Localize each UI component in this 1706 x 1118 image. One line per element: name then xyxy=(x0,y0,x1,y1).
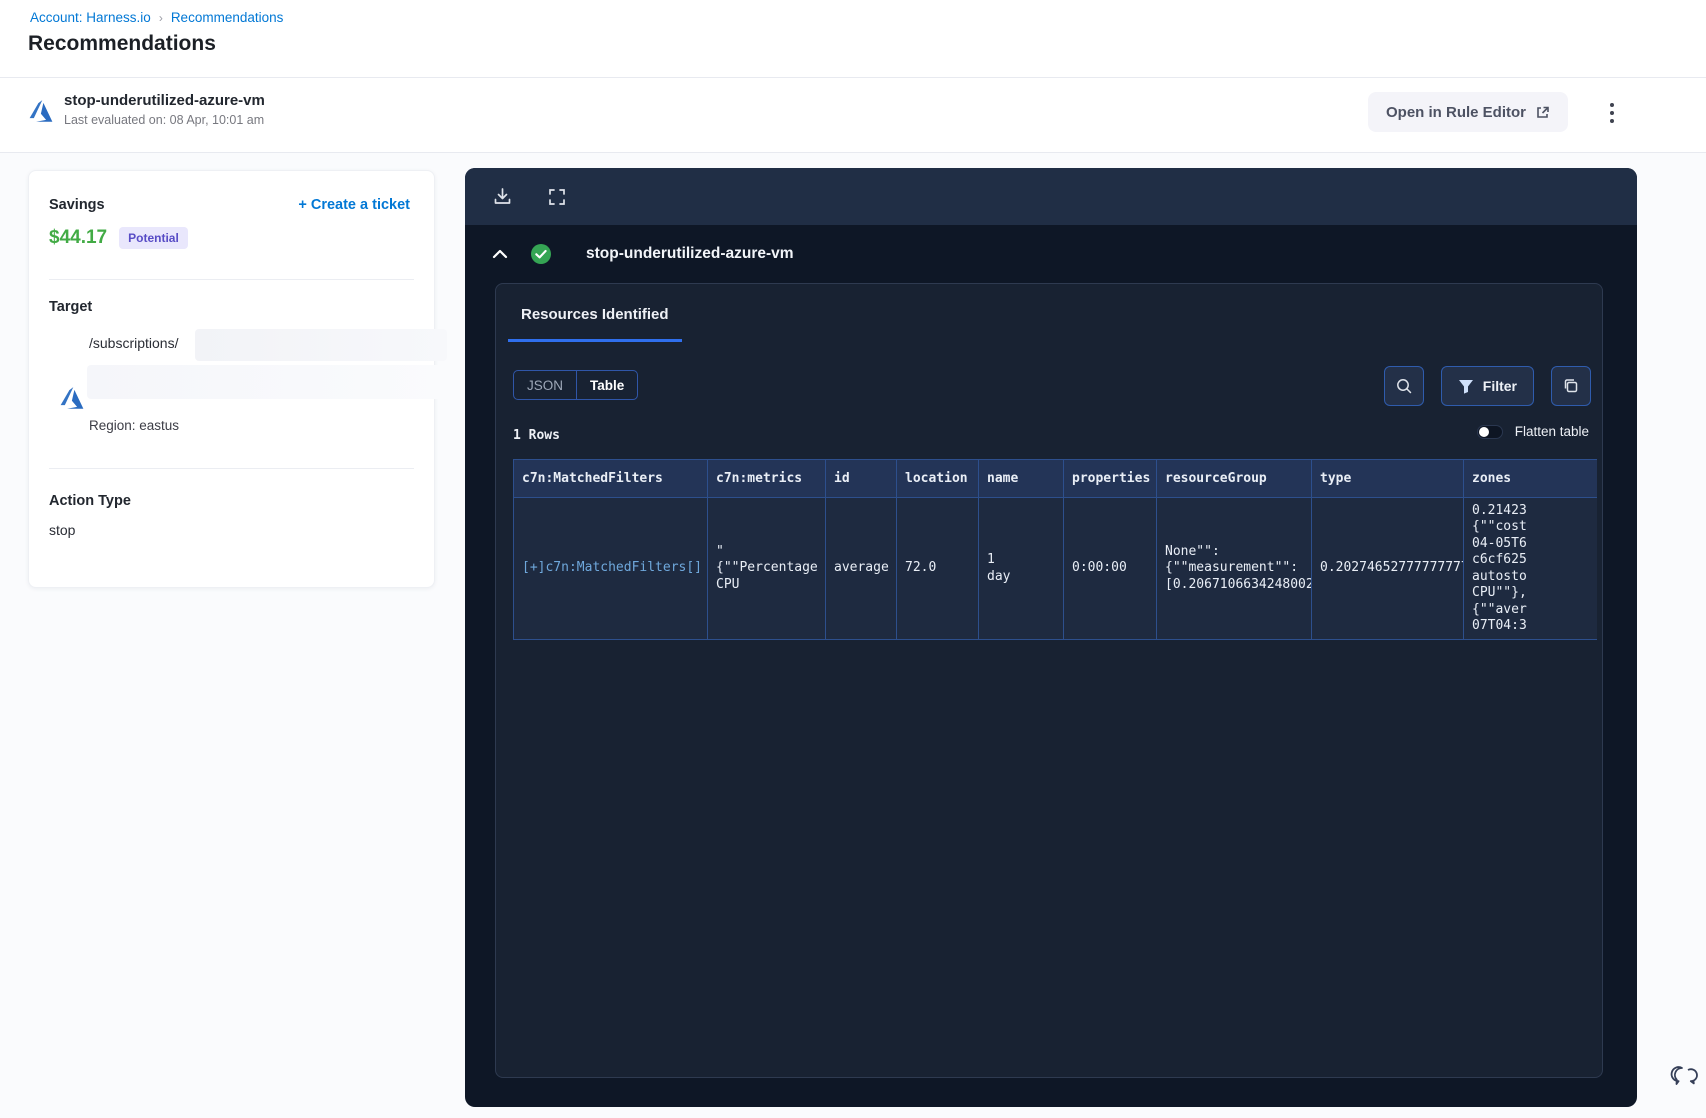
col-header: zones xyxy=(1463,459,1597,498)
resources-card: Resources Identified JSON Table Filter 1… xyxy=(495,283,1603,1078)
rule-header: stop-underutilized-azure-vm Last evaluat… xyxy=(0,78,1706,152)
copy-icon xyxy=(1564,379,1578,393)
col-header: properties xyxy=(1063,459,1157,498)
copy-button[interactable] xyxy=(1551,366,1591,406)
search-button[interactable] xyxy=(1383,366,1424,406)
flatten-table-toggle[interactable] xyxy=(1476,424,1503,439)
cell-metrics: " {""Percentage CPU xyxy=(707,497,826,640)
table-header-row: c7n:MatchedFilters c7n:metrics id locati… xyxy=(513,459,1597,498)
fullscreen-icon xyxy=(549,188,565,205)
redacted-target-value xyxy=(195,329,447,361)
kebab-menu-icon[interactable] xyxy=(1598,98,1626,128)
create-ticket-link[interactable]: + Create a ticket xyxy=(298,197,410,213)
check-circle-icon xyxy=(531,244,551,264)
target-label: Target xyxy=(49,299,93,315)
open-in-rule-editor-label: Open in Rule Editor xyxy=(1386,103,1527,121)
filter-button[interactable]: Filter xyxy=(1440,366,1534,406)
resources-table-wrap: c7n:MatchedFilters c7n:metrics id locati… xyxy=(513,459,1597,640)
cell-name: 1 day xyxy=(978,497,1064,640)
results-panel: stop-underutilized-azure-vm Resources Id… xyxy=(465,168,1637,1107)
view-toggle-json[interactable]: JSON xyxy=(514,371,576,399)
redacted-target-value xyxy=(87,365,447,399)
collapse-chevron-button[interactable] xyxy=(492,249,508,259)
savings-amount: $44.17 xyxy=(49,227,108,248)
col-header: location xyxy=(896,459,979,498)
tab-resources-identified[interactable]: Resources Identified xyxy=(508,306,682,342)
cell-matched-filters: [+]c7n:MatchedFilters[] xyxy=(513,497,708,640)
cell-zones: 0.21423 {""cost 04-05T6 c6cf625 autosto … xyxy=(1463,497,1597,640)
cell-properties: 0:00:00 xyxy=(1063,497,1157,640)
external-link-icon xyxy=(1537,106,1549,118)
target-path: /subscriptions/ xyxy=(89,335,179,351)
breadcrumb: Account: Harness.io › Recommendations xyxy=(30,10,283,25)
potential-badge: Potential xyxy=(119,227,188,249)
target-region: Region: eastus xyxy=(89,418,180,433)
col-header: type xyxy=(1311,459,1464,498)
breadcrumb-account-link[interactable]: Account: Harness.io xyxy=(30,10,151,25)
rule-last-evaluated: Last evaluated on: 08 Apr, 10:01 am xyxy=(64,113,265,127)
view-toggle-table[interactable]: Table xyxy=(577,371,637,399)
col-header: id xyxy=(825,459,897,498)
col-header: resourceGroup xyxy=(1156,459,1312,498)
fullscreen-button[interactable] xyxy=(547,187,567,207)
rule-collapse-row: stop-underutilized-azure-vm xyxy=(465,225,1637,283)
rule-name: stop-underutilized-azure-vm xyxy=(64,92,265,109)
cell-id: average xyxy=(825,497,897,640)
flatten-table-label: Flatten table xyxy=(1514,424,1589,439)
table-row: [+]c7n:MatchedFilters[] " {""Percentage … xyxy=(513,497,1597,640)
cell-location: 72.0 xyxy=(896,497,979,640)
filter-funnel-icon xyxy=(1458,379,1473,394)
search-icon xyxy=(1396,379,1412,394)
flatten-table-control: Flatten table xyxy=(1476,424,1589,439)
savings-card: Savings + Create a ticket $44.17 Potenti… xyxy=(28,170,447,588)
panel-toolbar xyxy=(465,168,1637,225)
download-button[interactable] xyxy=(492,186,513,207)
page-title: Recommendations xyxy=(28,32,216,55)
action-type-value: stop xyxy=(49,522,76,538)
matched-filters-expand-link[interactable]: [+]c7n:MatchedFilters[] xyxy=(522,560,702,575)
panel-rule-title: stop-underutilized-azure-vm xyxy=(586,245,794,262)
download-icon xyxy=(494,188,511,204)
breadcrumb-recommendations-link[interactable]: Recommendations xyxy=(171,10,284,25)
cell-resource-group: None"": {""measurement"": [0.20671066342… xyxy=(1156,497,1312,640)
chevron-up-icon xyxy=(492,249,508,259)
resources-table: c7n:MatchedFilters c7n:metrics id locati… xyxy=(513,459,1597,640)
cell-type: 0.20274652777777777 xyxy=(1311,497,1464,640)
savings-label: Savings xyxy=(49,197,105,213)
filter-label: Filter xyxy=(1482,378,1517,394)
chat-bubbles-icon[interactable] xyxy=(1668,1058,1700,1090)
view-toggle: JSON Table xyxy=(513,370,639,400)
rows-count: 1 Rows xyxy=(513,428,560,443)
col-header: name xyxy=(978,459,1064,498)
col-header: c7n:MatchedFilters xyxy=(513,459,708,498)
azure-logo-icon xyxy=(29,100,53,122)
open-in-rule-editor-button[interactable]: Open in Rule Editor xyxy=(1368,92,1569,132)
divider xyxy=(49,468,414,469)
divider xyxy=(49,279,414,280)
col-header: c7n:metrics xyxy=(707,459,826,498)
breadcrumb-separator: › xyxy=(158,10,163,25)
action-type-label: Action Type xyxy=(49,493,131,509)
azure-logo-icon xyxy=(60,387,84,409)
